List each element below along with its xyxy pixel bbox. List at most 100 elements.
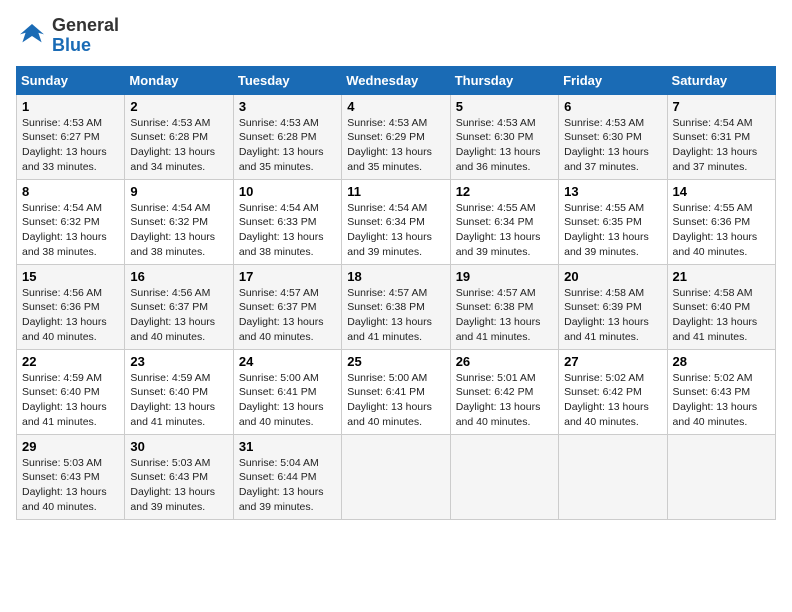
day-info: Sunrise: 5:00 AM Sunset: 6:41 PM Dayligh… (347, 371, 444, 430)
calendar-cell: 4 Sunrise: 4:53 AM Sunset: 6:29 PM Daylig… (342, 94, 450, 179)
calendar-cell: 29Sunrise: 5:03 AM Sunset: 6:43 PM Dayli… (17, 434, 125, 519)
calendar-cell: 3 Sunrise: 4:53 AM Sunset: 6:28 PM Daylig… (233, 94, 341, 179)
day-number: 7 (673, 99, 770, 114)
weekday-header-sunday: Sunday (17, 66, 125, 94)
day-number: 12 (456, 184, 553, 199)
day-number: 9 (130, 184, 227, 199)
day-number: 5 (456, 99, 553, 114)
day-info: Sunrise: 4:58 AM Sunset: 6:39 PM Dayligh… (564, 286, 661, 345)
calendar-week-5: 29 Sunrise: 5:03 AM Sunset: 6:43 PM Dayli… (17, 434, 776, 519)
calendar-cell: 26 Sunrise: 5:01 AM Sunset: 6:42 PM Dayli… (450, 349, 558, 434)
day-info: Sunrise: 5:04 AM Sunset: 6:44 PM Dayligh… (239, 456, 336, 515)
day-info: Sunrise: 4:53 AM Sunset: 6:29 PM Dayligh… (347, 116, 444, 175)
calendar-cell: 22 Sunrise: 4:59 AM Sunset: 6:40 PM Dayli… (17, 349, 125, 434)
calendar-cell: 19 Sunrise: 4:57 AM Sunset: 6:38 PM Dayli… (450, 264, 558, 349)
calendar-cell: 2 Sunrise: 4:53 AM Sunset: 6:28 PM Daylig… (125, 94, 233, 179)
day-info: Sunrise: 4:53 AM Sunset: 6:28 PM Dayligh… (130, 116, 227, 175)
calendar-cell: 21 Sunrise: 4:58 AM Sunset: 6:40 PM Dayli… (667, 264, 775, 349)
calendar-week-1: 1 Sunrise: 4:53 AM Sunset: 6:27 PM Daylig… (17, 94, 776, 179)
day-info: Sunrise: 4:54 AM Sunset: 6:31 PM Dayligh… (673, 116, 770, 175)
calendar-header-row: SundayMondayTuesdayWednesdayThursdayFrid… (17, 66, 776, 94)
day-number: 21 (673, 269, 770, 284)
day-number: 16 (130, 269, 227, 284)
calendar-cell: 24Sunrise: 5:00 AM Sunset: 6:41 PM Dayli… (233, 349, 341, 434)
logo: GeneralBlue (16, 16, 119, 56)
calendar-cell: 18Sunrise: 4:57 AM Sunset: 6:38 PM Dayli… (342, 264, 450, 349)
calendar-cell: 14Sunrise: 4:55 AM Sunset: 6:36 PM Dayli… (667, 179, 775, 264)
calendar-cell: 27 Sunrise: 5:02 AM Sunset: 6:42 PM Dayli… (559, 349, 667, 434)
day-info: Sunrise: 5:03 AM Sunset: 6:43 PM Dayligh… (130, 456, 227, 515)
calendar-cell: 1 Sunrise: 4:53 AM Sunset: 6:27 PM Daylig… (17, 94, 125, 179)
day-number: 18 (347, 269, 444, 284)
day-number: 26 (456, 354, 553, 369)
day-info: Sunrise: 4:59 AM Sunset: 6:40 PM Dayligh… (130, 371, 227, 430)
calendar-cell: 30 Sunrise: 5:03 AM Sunset: 6:43 PM Dayli… (125, 434, 233, 519)
day-number: 30 (130, 439, 227, 454)
calendar-cell: 11 Sunrise: 4:54 AM Sunset: 6:34 PM Dayli… (342, 179, 450, 264)
page-header: GeneralBlue (16, 16, 776, 56)
weekday-header-saturday: Saturday (667, 66, 775, 94)
day-number: 29 (22, 439, 119, 454)
day-number: 22 (22, 354, 119, 369)
day-number: 11 (347, 184, 444, 199)
calendar-cell: 9 Sunrise: 4:54 AM Sunset: 6:32 PM Daylig… (125, 179, 233, 264)
day-info: Sunrise: 4:53 AM Sunset: 6:27 PM Dayligh… (22, 116, 119, 175)
logo-icon (16, 20, 48, 52)
day-number: 28 (673, 354, 770, 369)
calendar-cell: 6Sunrise: 4:53 AM Sunset: 6:30 PM Daylig… (559, 94, 667, 179)
calendar-cell (559, 434, 667, 519)
day-number: 27 (564, 354, 661, 369)
day-info: Sunrise: 4:54 AM Sunset: 6:32 PM Dayligh… (130, 201, 227, 260)
calendar-cell: 15Sunrise: 4:56 AM Sunset: 6:36 PM Dayli… (17, 264, 125, 349)
day-number: 15 (22, 269, 119, 284)
day-number: 25 (347, 354, 444, 369)
day-info: Sunrise: 4:55 AM Sunset: 6:34 PM Dayligh… (456, 201, 553, 260)
day-info: Sunrise: 5:02 AM Sunset: 6:43 PM Dayligh… (673, 371, 770, 430)
day-info: Sunrise: 4:53 AM Sunset: 6:28 PM Dayligh… (239, 116, 336, 175)
weekday-header-monday: Monday (125, 66, 233, 94)
day-info: Sunrise: 5:02 AM Sunset: 6:42 PM Dayligh… (564, 371, 661, 430)
day-number: 24 (239, 354, 336, 369)
day-info: Sunrise: 4:58 AM Sunset: 6:40 PM Dayligh… (673, 286, 770, 345)
calendar-cell: 17 Sunrise: 4:57 AM Sunset: 6:37 PM Dayli… (233, 264, 341, 349)
day-number: 20 (564, 269, 661, 284)
day-number: 1 (22, 99, 119, 114)
day-info: Sunrise: 4:59 AM Sunset: 6:40 PM Dayligh… (22, 371, 119, 430)
day-info: Sunrise: 4:55 AM Sunset: 6:35 PM Dayligh… (564, 201, 661, 260)
calendar-cell (667, 434, 775, 519)
calendar-week-2: 8 Sunrise: 4:54 AM Sunset: 6:32 PM Daylig… (17, 179, 776, 264)
day-info: Sunrise: 4:54 AM Sunset: 6:33 PM Dayligh… (239, 201, 336, 260)
day-number: 19 (456, 269, 553, 284)
calendar-cell: 8 Sunrise: 4:54 AM Sunset: 6:32 PM Daylig… (17, 179, 125, 264)
calendar-cell (450, 434, 558, 519)
day-info: Sunrise: 4:56 AM Sunset: 6:37 PM Dayligh… (130, 286, 227, 345)
day-info: Sunrise: 4:57 AM Sunset: 6:37 PM Dayligh… (239, 286, 336, 345)
calendar-cell: 31Sunrise: 5:04 AM Sunset: 6:44 PM Dayli… (233, 434, 341, 519)
day-info: Sunrise: 4:57 AM Sunset: 6:38 PM Dayligh… (456, 286, 553, 345)
day-number: 17 (239, 269, 336, 284)
calendar-cell: 16 Sunrise: 4:56 AM Sunset: 6:37 PM Dayli… (125, 264, 233, 349)
weekday-header-thursday: Thursday (450, 66, 558, 94)
weekday-header-tuesday: Tuesday (233, 66, 341, 94)
day-info: Sunrise: 4:54 AM Sunset: 6:32 PM Dayligh… (22, 201, 119, 260)
calendar-cell: 20 Sunrise: 4:58 AM Sunset: 6:39 PM Dayli… (559, 264, 667, 349)
day-info: Sunrise: 5:01 AM Sunset: 6:42 PM Dayligh… (456, 371, 553, 430)
day-number: 8 (22, 184, 119, 199)
weekday-header-wednesday: Wednesday (342, 66, 450, 94)
day-info: Sunrise: 4:54 AM Sunset: 6:34 PM Dayligh… (347, 201, 444, 260)
calendar-cell (342, 434, 450, 519)
day-number: 23 (130, 354, 227, 369)
calendar-cell: 25 Sunrise: 5:00 AM Sunset: 6:41 PM Dayli… (342, 349, 450, 434)
day-info: Sunrise: 4:53 AM Sunset: 6:30 PM Dayligh… (456, 116, 553, 175)
calendar-body: 1 Sunrise: 4:53 AM Sunset: 6:27 PM Daylig… (17, 94, 776, 519)
logo-text: GeneralBlue (52, 16, 119, 56)
calendar-table: SundayMondayTuesdayWednesdayThursdayFrid… (16, 66, 776, 520)
day-number: 3 (239, 99, 336, 114)
day-number: 2 (130, 99, 227, 114)
day-number: 4 (347, 99, 444, 114)
calendar-cell: 13Sunrise: 4:55 AM Sunset: 6:35 PM Dayli… (559, 179, 667, 264)
calendar-cell: 5 Sunrise: 4:53 AM Sunset: 6:30 PM Daylig… (450, 94, 558, 179)
calendar-week-3: 15Sunrise: 4:56 AM Sunset: 6:36 PM Dayli… (17, 264, 776, 349)
day-number: 6 (564, 99, 661, 114)
day-number: 10 (239, 184, 336, 199)
